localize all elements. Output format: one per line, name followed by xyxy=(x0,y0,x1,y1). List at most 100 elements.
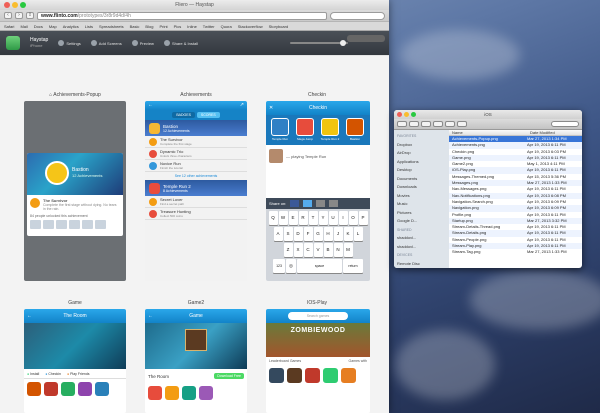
tab-scores[interactable]: SCORES xyxy=(196,112,220,118)
screen-label[interactable]: Checkin xyxy=(266,92,368,98)
bookmark-item[interactable]: Quora xyxy=(221,24,232,29)
bookmark-item[interactable]: Spreadsheets xyxy=(99,24,124,29)
achievement-item[interactable]: Novice Run Finish the tutorial xyxy=(145,160,247,172)
share-arrow-icon[interactable]: ↗ xyxy=(240,101,244,110)
games-search-field[interactable]: Search games xyxy=(288,311,348,320)
screen-label[interactable]: Game xyxy=(24,300,126,306)
key-m[interactable]: M xyxy=(343,243,353,257)
bookmark-item[interactable]: Mail xyxy=(20,24,27,29)
sidebar-item[interactable]: Desktop xyxy=(394,166,449,175)
settings-link[interactable]: Settings xyxy=(58,40,81,46)
screen-achievements-popup[interactable]: Bastion 12 Achievements The Survivor Compl… xyxy=(24,101,126,281)
address-bar[interactable]: www.flinto.com/prototypes/3r8r9d4d/4h xyxy=(37,11,327,20)
key-u[interactable]: U xyxy=(328,211,338,225)
sidebar-item[interactable]: shaddovl... xyxy=(394,234,449,243)
file-row[interactable]: Stream-Tag.png Mar 27, 2013 1:33 PM xyxy=(449,249,582,255)
account-menu[interactable] xyxy=(347,35,385,42)
bookmark-item[interactable]: Safari xyxy=(4,24,14,29)
key-r[interactable]: R xyxy=(298,211,308,225)
key-i[interactable]: I xyxy=(338,211,348,225)
sidebar-item[interactable]: Documents xyxy=(394,175,449,184)
game-picker-item[interactable]: Temple Run xyxy=(269,118,291,142)
key-e[interactable]: E xyxy=(288,211,298,225)
featured-banner[interactable]: ZOMBIEWOOD xyxy=(266,323,370,357)
camera-icon[interactable] xyxy=(329,200,339,207)
bookmark-item[interactable]: Docs xyxy=(34,24,43,29)
sidebar-item[interactable]: Google D... xyxy=(394,217,449,226)
key-s[interactable]: S xyxy=(283,227,293,241)
key-n[interactable]: N xyxy=(333,243,343,257)
key-f[interactable]: F xyxy=(303,227,313,241)
preview-link[interactable]: Preview xyxy=(131,40,154,46)
sidebar-item[interactable]: Applications xyxy=(394,158,449,167)
view-list-button[interactable] xyxy=(421,121,431,127)
key-g[interactable]: G xyxy=(313,227,323,241)
screen-game[interactable]: ← The Room ● Install ● Checkin ● Play Fri… xyxy=(24,309,126,413)
bookmark-item[interactable]: Print xyxy=(159,24,167,29)
back-forward-buttons[interactable] xyxy=(397,121,407,127)
key-v[interactable]: V xyxy=(313,243,323,257)
sidebar-item[interactable]: Downloads xyxy=(394,183,449,192)
back-arrow-icon[interactable]: ← xyxy=(148,101,153,110)
screen-label[interactable]: Achievements xyxy=(145,92,247,98)
key-space[interactable]: space xyxy=(297,259,342,273)
achievement-item[interactable]: Secret Lover Find a secret path xyxy=(145,196,247,208)
screen-checkin[interactable]: ✕ Checkin Temple Run Mega Jump Temple Run … xyxy=(266,101,370,281)
back-arrow-icon[interactable]: ← xyxy=(27,309,32,323)
sidebar-item[interactable]: AirDrop xyxy=(394,149,449,158)
action-button[interactable] xyxy=(457,121,467,127)
key-p[interactable]: P xyxy=(358,211,368,225)
game-picker-item[interactable]: Temple Run 2 xyxy=(319,118,341,142)
screen-game2[interactable]: ← Game The Room Download Free xyxy=(145,309,247,413)
bookmark-item[interactable]: Stackoverflow xyxy=(238,24,263,29)
bookmark-item[interactable]: Inline xyxy=(187,24,197,29)
view-column-button[interactable] xyxy=(433,121,443,127)
forward-button[interactable]: › xyxy=(15,12,23,19)
game-picker-item[interactable]: Mega Jump xyxy=(294,118,316,142)
bookmark-item[interactable]: Storyboard xyxy=(269,24,289,29)
bookmark-item[interactable]: Map xyxy=(49,24,57,29)
share-install-link[interactable]: Share & Install xyxy=(163,40,198,46)
screen-ios-play[interactable]: Search games ZOMBIEWOOD Leaderboard Game… xyxy=(266,309,370,413)
key-o[interactable]: O xyxy=(348,211,358,225)
screen-label[interactable]: IOS-Play xyxy=(266,300,368,306)
more-link[interactable]: See 12 other achievements xyxy=(145,172,247,180)
checkin-composer[interactable]: — playing Temple Run xyxy=(266,145,370,167)
key-t[interactable]: T xyxy=(308,211,318,225)
column-date-modified[interactable]: Date Modified xyxy=(527,130,555,135)
key-c[interactable]: C xyxy=(303,243,313,257)
achievement-item[interactable]: Treasure Hunting Collect 500 coins xyxy=(145,208,247,220)
key-z[interactable]: Z xyxy=(283,243,293,257)
achievement-item[interactable]: The Survivor Complete the first stage xyxy=(145,136,247,148)
key-w[interactable]: W xyxy=(278,211,288,225)
download-free-button[interactable]: Download Free xyxy=(214,373,244,379)
key-l[interactable]: L xyxy=(353,227,363,241)
close-icon[interactable]: ✕ xyxy=(269,101,273,115)
bookmark-item[interactable]: Basic xyxy=(130,24,140,29)
browser-search-field[interactable] xyxy=(330,11,385,20)
game-picker-item[interactable]: Bastion xyxy=(344,118,366,142)
key-123[interactable]: 123 xyxy=(273,259,285,273)
screen-label[interactable]: ⌂ Achievements-Popup xyxy=(24,92,126,98)
arrange-button[interactable] xyxy=(445,121,455,127)
key-b[interactable]: B xyxy=(323,243,333,257)
bookmark-item[interactable]: Twitter xyxy=(203,24,215,29)
close-window-button[interactable] xyxy=(397,112,402,117)
twitter-icon[interactable] xyxy=(303,200,313,207)
achievement-item[interactable]: Dynamic Trio Unlock three characters xyxy=(145,148,247,160)
tab-badges[interactable]: BADGES xyxy=(172,112,195,118)
checkin-button[interactable]: ● Checkin xyxy=(45,372,61,376)
sidebar-item[interactable]: Remote Disc xyxy=(394,260,449,269)
minimize-window-button[interactable] xyxy=(404,112,409,117)
key-k[interactable]: K xyxy=(343,227,353,241)
share-button[interactable]: ⇪ xyxy=(26,12,34,19)
bookmark-item[interactable]: Analytics xyxy=(63,24,79,29)
project-name[interactable]: Haystap iPhone xyxy=(30,37,48,49)
sidebar-item[interactable]: Music xyxy=(394,200,449,209)
key-globe[interactable]: ◎ xyxy=(286,259,296,273)
key-a[interactable]: A xyxy=(273,227,283,241)
facebook-icon[interactable] xyxy=(290,200,300,207)
add-screens-link[interactable]: Add Screens xyxy=(90,40,122,46)
zoom-slider-knob[interactable] xyxy=(340,40,346,46)
back-arrow-icon[interactable]: ← xyxy=(148,309,153,323)
